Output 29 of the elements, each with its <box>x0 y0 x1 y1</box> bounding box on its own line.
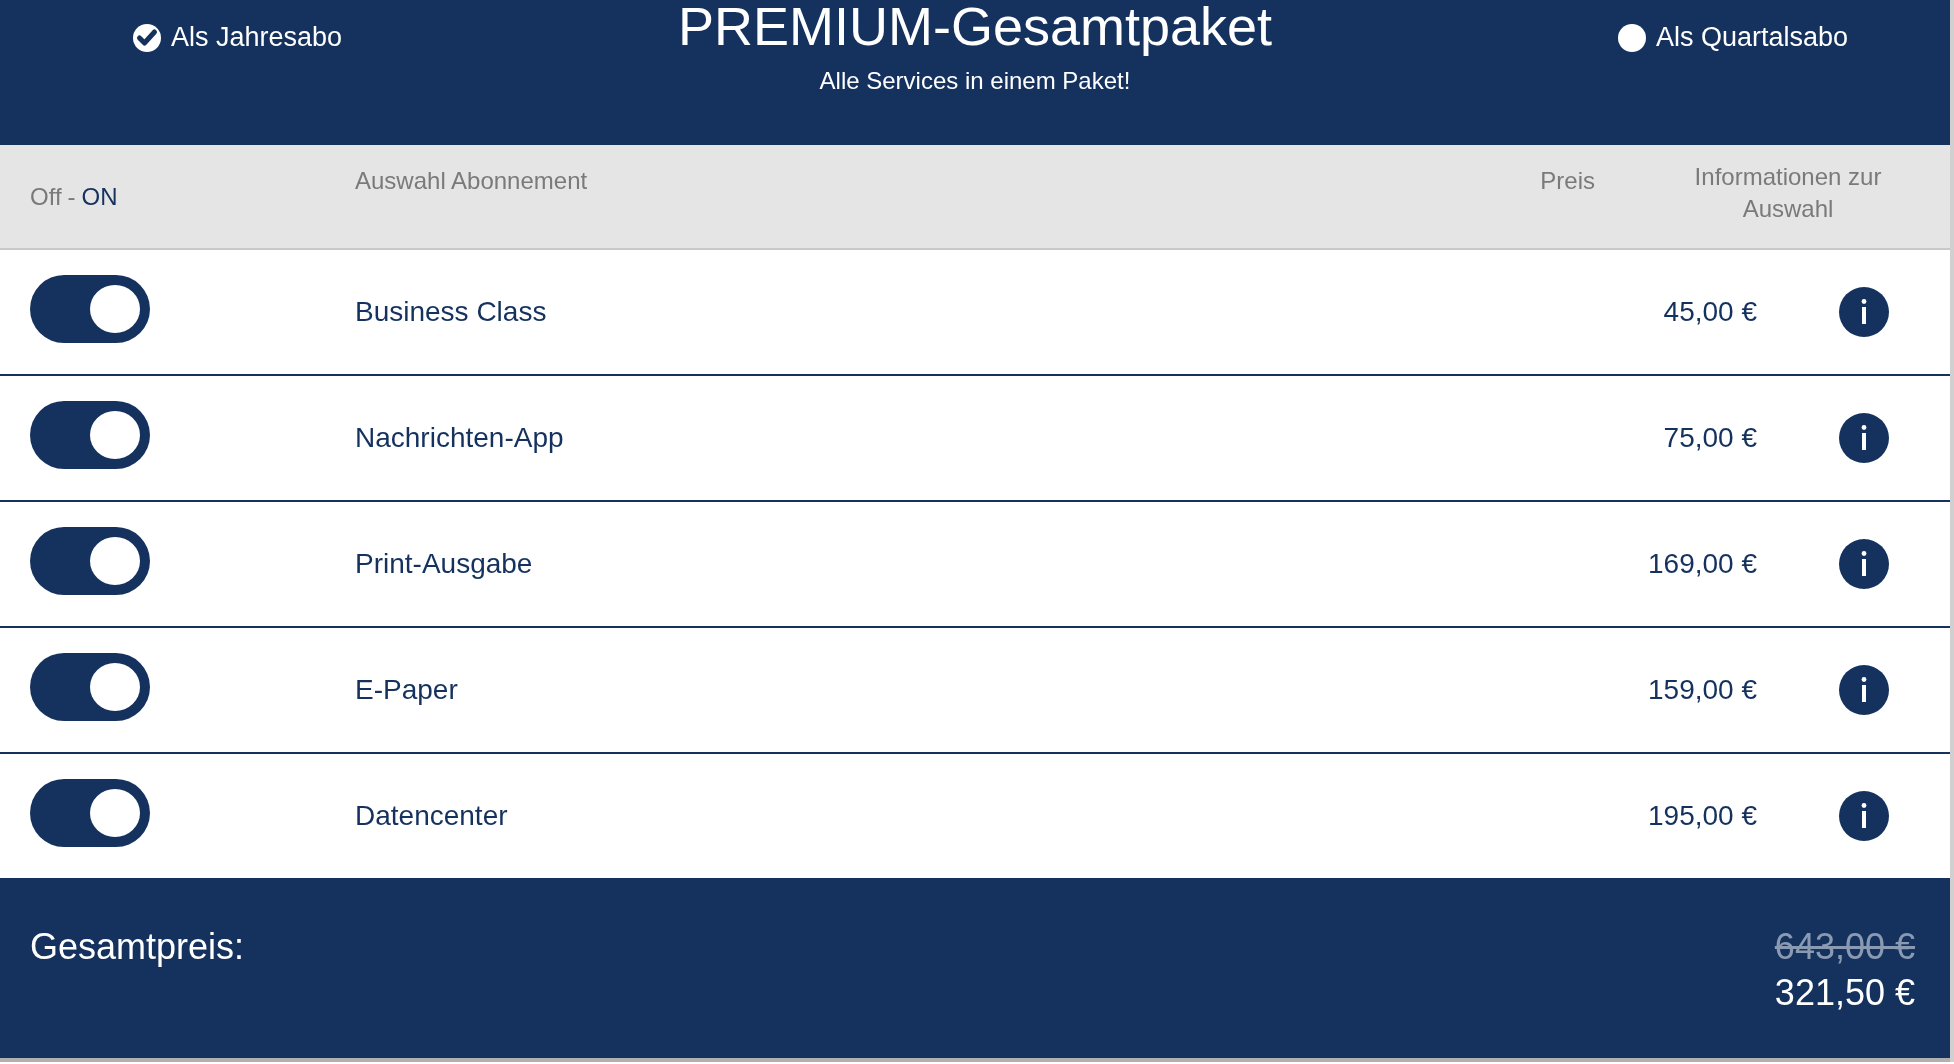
column-header: Off <box>30 182 62 211</box>
column-header: Auswahl Abonnement <box>355 166 589 196</box>
info-icon[interactable] <box>1838 413 1889 463</box>
subscription-name: E-Paper <box>355 674 459 706</box>
check-icon[interactable] <box>133 23 161 52</box>
subscription-name: Business Class <box>355 296 548 328</box>
total-label: Gesamtpreis: <box>30 926 245 968</box>
price: 159,00 € <box>1647 674 1757 706</box>
plan-option[interactable]: Als Quartalsabo <box>1655 22 1848 53</box>
separator: - <box>67 182 76 211</box>
plan-option[interactable]: Als Jahresabo <box>171 22 343 53</box>
column-header: Informationen zur Auswahl <box>1693 162 1883 224</box>
price: 169,00 € <box>1647 548 1757 580</box>
info-icon[interactable] <box>1838 287 1889 337</box>
total-price: 321,50 € <box>1774 971 1915 1015</box>
radio-icon[interactable] <box>1617 23 1646 52</box>
info-icon[interactable] <box>1838 539 1889 589</box>
subscription-name: Print-Ausgabe <box>355 548 534 580</box>
subtitle: Alle Services in einem Paket! <box>819 67 1131 95</box>
price: 75,00 € <box>1662 422 1757 454</box>
column-header: Preis <box>1540 166 1595 196</box>
info-icon[interactable] <box>1838 665 1889 715</box>
price: 45,00 € <box>1662 296 1757 328</box>
price: 195,00 € <box>1647 800 1757 832</box>
info-icon[interactable] <box>1838 791 1889 841</box>
subscription-name: Nachrichten-App <box>355 422 565 454</box>
column-header: ON <box>81 182 118 211</box>
original-price: 643,00 € <box>1774 925 1915 969</box>
subscription-name: Datencenter <box>355 800 509 832</box>
